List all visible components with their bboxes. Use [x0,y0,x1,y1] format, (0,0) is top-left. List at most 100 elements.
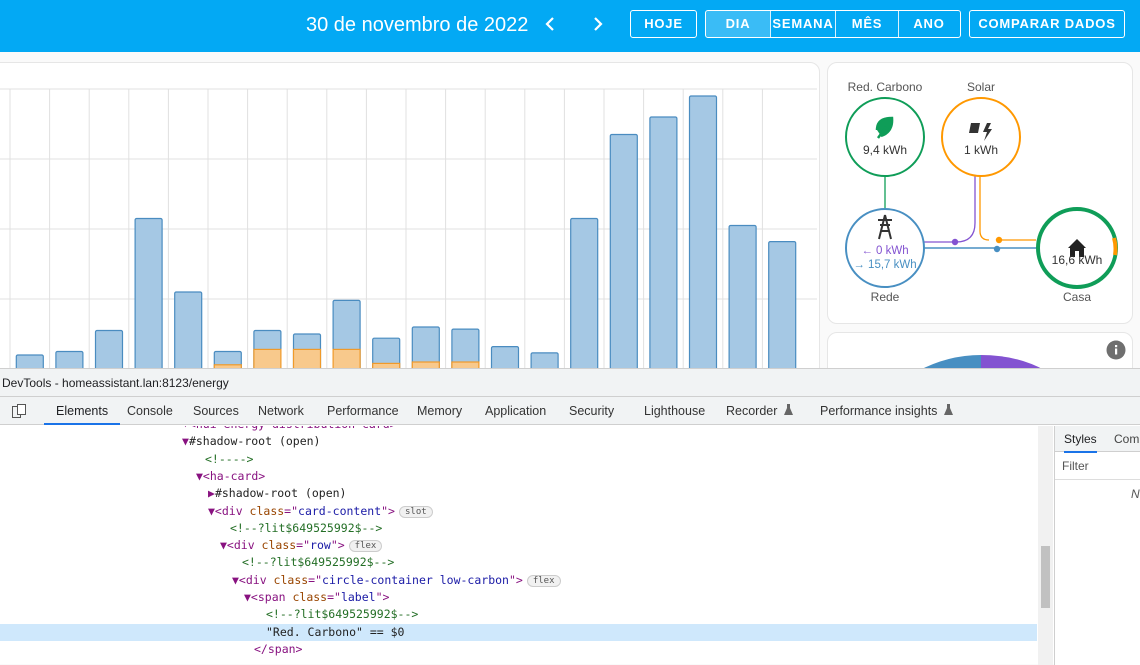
chart-bar-grid[interactable] [768,241,797,369]
dom-node-line[interactable]: ▼<div class="row"> flex [0,537,1037,554]
dom-node-line[interactable]: ▼<ha-card> [0,468,1037,485]
dom-token: #shadow-root (open) [188,434,321,449]
dom-token: </span> [254,641,303,656]
grid-return-value: ← 0 kWh [861,245,909,257]
chart-bar-grid[interactable] [609,133,638,370]
dom-node-line[interactable]: "Red. Carbono" == $0 [0,623,1037,641]
dom-node-line[interactable]: <!----> [0,451,1037,468]
solar-circle[interactable] [941,97,1021,177]
period-year-button[interactable]: ANO [898,11,959,37]
today-button[interactable]: HOJE [630,10,697,38]
scrollbar-thumb[interactable] [1041,546,1050,608]
chart-bar-solar[interactable] [292,348,322,369]
dom-node-line[interactable]: ▾<hui-energy-distribution-card> [0,426,1037,433]
period-month-button[interactable]: MÊS [835,11,898,37]
chevron-right-icon [594,17,603,31]
dom-node-line[interactable]: <!--?lit$649525992$--> [0,554,1037,571]
chart-bar-grid[interactable] [94,329,124,370]
chart-bar-grid[interactable] [134,217,163,370]
solar-to-grid-flow-line [924,175,976,243]
tab-recorder[interactable]: Recorder [726,397,793,425]
dom-token: class [292,590,328,604]
dom-token: ▼<span [244,590,293,604]
low-carbon-label: Red. Carbono [847,80,923,94]
period-selector: DIA SEMANA MÊS ANO [705,10,961,38]
energy-usage-chart [0,88,817,370]
styles-sidebar: Styles Com Filter N [1054,426,1140,665]
styles-filter-input[interactable]: Filter [1062,459,1089,473]
elements-scrollbar[interactable] [1038,426,1053,665]
chart-bar-grid[interactable] [649,116,678,369]
tab-application[interactable]: Application [485,397,546,425]
solar-flow-dot [995,236,1003,244]
dom-token: =" [308,572,323,587]
dom-node-line[interactable]: ▶#shadow-root (open) [0,485,1037,502]
dom-layout-badge[interactable]: slot [398,505,433,518]
dom-node-line[interactable]: <!--?lit$649525992$--> [0,606,1037,623]
dom-token: <!--?lit$649525992$--> [230,520,383,535]
tab-console[interactable]: Console [127,397,173,425]
dom-node-line[interactable]: <!--?lit$649525992$--> [0,520,1037,537]
low-carbon-value: 9,4 kWh [862,143,907,157]
chart-bar-solar[interactable] [332,348,361,369]
tab-memory[interactable]: Memory [417,397,462,425]
tab-computed[interactable]: Com [1114,432,1139,446]
period-week-button[interactable]: SEMANA [770,11,835,37]
grid-flow-dot [993,245,1001,253]
chart-bar-grid[interactable] [570,217,599,370]
dom-layout-badge[interactable]: flex [348,540,383,553]
device-toolbar-icon[interactable] [12,404,26,418]
dom-token: <!--?lit$649525992$--> [242,555,395,570]
dom-token: "> [330,538,345,553]
dom-token: ▼ [182,434,189,449]
elements-dom-tree[interactable]: ▾<hui-energy-distribution-card>▼#shadow-… [0,426,1053,665]
dom-token: class [261,538,297,553]
flask-icon [783,404,793,415]
tab-performance[interactable]: Performance [327,397,399,425]
tab-recorder-label: Recorder [726,404,778,418]
dom-token: ▼<div [220,538,262,553]
dom-token: ▼<div [232,572,274,587]
tab-security[interactable]: Security [569,397,614,425]
tab-performance-insights-label: Performance insights [820,404,938,418]
tab-lighthouse[interactable]: Lighthouse [644,397,705,425]
dom-node-line[interactable]: </span> [0,641,1037,658]
home-value: 16,6 kWh [1051,253,1103,267]
chart-bar-grid[interactable] [490,346,520,369]
tab-sources[interactable]: Sources [193,397,239,425]
chart-bar-grid[interactable] [55,350,84,370]
chevron-left-icon [545,17,554,31]
dom-node-line[interactable]: ▼#shadow-root (open) [0,433,1037,450]
dom-token: card-content [298,503,382,518]
compare-data-button[interactable]: COMPARAR DADOS [969,10,1125,38]
tab-network[interactable]: Network [258,397,304,425]
dom-token: ▾<hui-energy-distribution-card> [182,426,397,431]
dom-token: =" [284,503,299,518]
dom-token: class [273,572,309,587]
low-carbon-circle[interactable] [845,97,925,177]
chart-bar-solar[interactable] [253,348,282,369]
tab-styles[interactable]: Styles [1064,432,1097,453]
chart-bar-grid[interactable] [728,224,757,370]
info-icon[interactable] [1106,340,1126,360]
chart-bar-grid[interactable] [530,352,559,369]
tab-performance-insights[interactable]: Performance insights [820,397,953,425]
chart-bar-grid[interactable] [174,291,203,369]
dom-node-line[interactable]: ▼<span class="label"> [0,589,1037,606]
dom-token: #shadow-root (open) [214,486,347,501]
energy-distribution-card: Red. Carbono Solar 9,4 kWh 1 kWh ← 0 kWh… [827,62,1133,324]
chart-bar-grid[interactable] [688,95,718,369]
dom-token: ▶ [208,486,215,501]
next-day-button[interactable] [587,12,609,36]
tab-elements[interactable]: Elements [44,397,121,425]
styles-new-rule-label: N [1131,487,1140,501]
styles-tabbar: Styles Com [1055,426,1140,453]
dom-layout-badge[interactable]: flex [526,574,561,587]
dom-node-line[interactable]: ▼<div class="card-content"> slot [0,503,1037,520]
grid-label: Rede [870,290,900,304]
period-day-button[interactable]: DIA [706,11,770,37]
chart-bar-grid[interactable] [15,354,44,369]
dom-node-line[interactable]: ▼<div class="circle-container low-carbon… [0,572,1037,589]
previous-day-button[interactable] [539,12,561,36]
energy-usage-card [0,62,820,382]
